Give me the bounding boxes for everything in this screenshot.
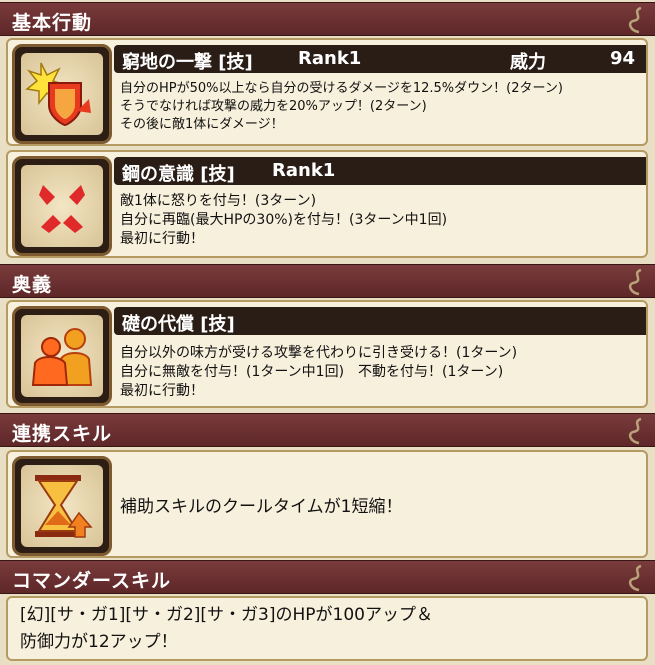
ougi-card[interactable]: 礎の代償 [技] 自分以外の味方が受ける攻撃を代わりに引き受ける！(1ターン) … (6, 300, 648, 408)
commander-text: [幻][サ・ガ1][サ・ガ2][サ・ガ3]のHPが100アップ＆ 防御力が12ア… (20, 602, 433, 656)
desc-line: 敵1体に怒りを付与！(3ターン) (120, 193, 317, 209)
section-header-ougi: 奥義 (0, 264, 655, 298)
desc-line: その後に敵1体にダメージ！ (120, 117, 284, 132)
skill-description: 敵1体に怒りを付与！(3ターン) 自分に再臨(最大HPの30%)を付与！(3ター… (120, 192, 447, 249)
anger-mark-icon (39, 185, 85, 233)
skill-rank: Rank1 (298, 48, 362, 69)
skill-description: 自分のHPが50%以上なら自分の受けるダメージを12.5%ダウン！(2ターン) … (120, 80, 563, 134)
desc-line: 自分以外の味方が受ける攻撃を代わりに引き受ける！(1ターン) (120, 345, 518, 361)
skill-title-bar: 礎の代償 [技] (114, 307, 646, 335)
section-header-basic: 基本行動 (0, 2, 655, 36)
skill-title-bar: 鋼の意識 [技] Rank1 (114, 157, 646, 185)
skill-icon-frame (12, 306, 112, 406)
scroll-curl-icon (628, 268, 642, 296)
skill-name: 窮地の一撃 [技] (122, 52, 253, 73)
crash-shield-icon (25, 62, 91, 127)
commander-skill-card[interactable]: [幻][サ・ガ1][サ・ガ2][サ・ガ3]のHPが100アップ＆ 防御力が12ア… (6, 596, 648, 661)
section-title: 連携スキル (12, 423, 113, 445)
link-skill-text: 補助スキルのクールタイムが1短縮！ (120, 497, 403, 517)
desc-line: 自分に再臨(最大HPの30%)を付与！(3ターン中1回) (120, 212, 448, 228)
section-header-commander: コマンダースキル (0, 560, 655, 594)
section-title: コマンダースキル (12, 570, 172, 592)
commander-line: 防御力が12アップ！ (20, 632, 178, 652)
commander-line: [幻][サ・ガ1][サ・ガ2][サ・ガ3]のHPが100アップ＆ (20, 605, 433, 625)
desc-line: 自分に無敵を付与！(1ターン中1回) 不動を付与！(1ターン) (120, 364, 504, 380)
section-title: 基本行動 (12, 12, 93, 34)
power-value: 94 (610, 48, 636, 69)
section-title: 奥義 (12, 274, 53, 296)
skill-name: 鋼の意識 [技] (122, 164, 235, 185)
desc-line: そうでなければ攻撃の威力を20%アップ！(2ターン) (120, 99, 427, 114)
scroll-curl-icon (628, 417, 642, 445)
skill-icon-frame (12, 156, 112, 256)
link-skill-card[interactable]: 補助スキルのクールタイムが1短縮！ (6, 450, 648, 558)
scroll-curl-icon (628, 564, 642, 592)
desc-line: 最初に行動！ (120, 383, 204, 399)
power-label: 威力 (510, 52, 546, 73)
skill-title-bar: 窮地の一撃 [技] Rank1 威力 94 (114, 45, 646, 73)
section-header-link: 連携スキル (0, 413, 655, 447)
skill-icon-frame (12, 44, 112, 144)
skill-icon-frame (12, 456, 112, 556)
hourglass-up-icon (35, 475, 93, 538)
skill-rank: Rank1 (272, 160, 336, 181)
guard-ally-icon (31, 328, 93, 386)
scroll-curl-icon (628, 6, 642, 34)
skill-description: 自分以外の味方が受ける攻撃を代わりに引き受ける！(1ターン) 自分に無敵を付与！… (120, 344, 517, 401)
desc-line: 自分のHPが50%以上なら自分の受けるダメージを12.5%ダウン！(2ターン) (120, 81, 563, 96)
skill-name: 礎の代償 [技] (122, 314, 235, 335)
desc-line: 最初に行動！ (120, 231, 204, 247)
skill-card-1[interactable]: 窮地の一撃 [技] Rank1 威力 94 自分のHPが50%以上なら自分の受け… (6, 38, 648, 146)
skill-card-2[interactable]: 鋼の意識 [技] Rank1 敵1体に怒りを付与！(3ターン) 自分に再臨(最大… (6, 150, 648, 258)
